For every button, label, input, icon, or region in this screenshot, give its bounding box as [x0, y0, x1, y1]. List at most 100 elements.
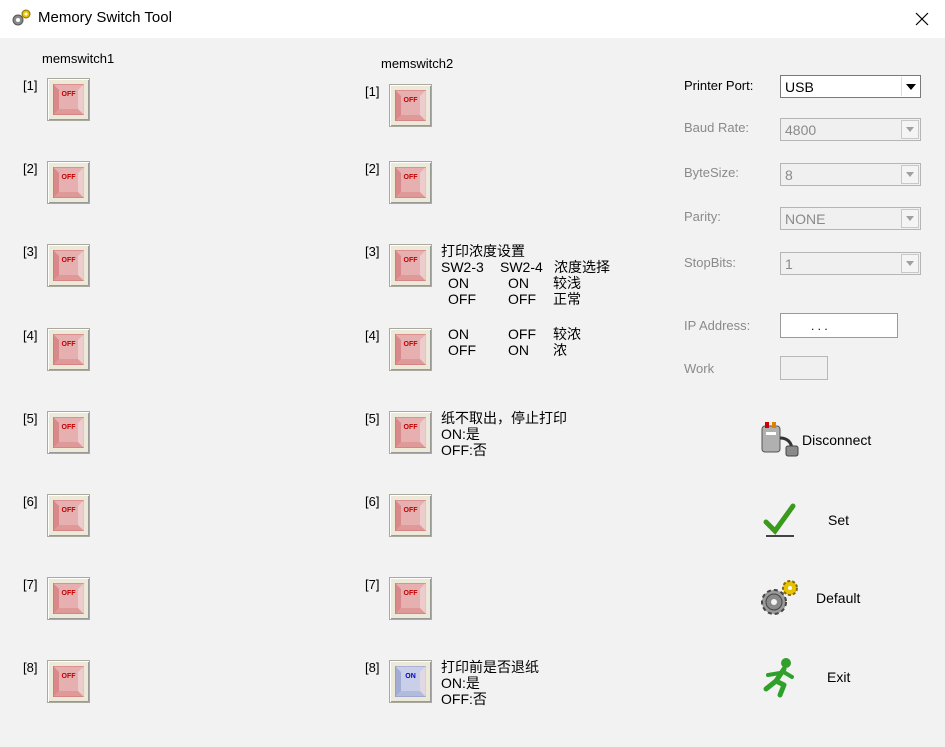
density-title: 打印浓度设置 — [441, 243, 525, 259]
memswitch2-switch-4[interactable]: OFF — [389, 328, 432, 371]
chevron-down-icon[interactable] — [901, 209, 919, 228]
memswitch2-switch-8[interactable]: ON — [389, 660, 432, 703]
density-description-cont: ON OFF 较浓 OFF ON 浓 — [448, 326, 581, 358]
memswitch1-switch-5[interactable]: OFF — [47, 411, 90, 454]
exit-label: Exit — [827, 669, 851, 685]
density-header-choice: 浓度选择 — [554, 259, 610, 275]
switch-face-icon — [395, 583, 426, 614]
switch-face-icon — [53, 334, 84, 365]
switch-state-label: OFF — [403, 97, 418, 104]
byte-size-select[interactable]: 8 — [780, 163, 921, 186]
memswitch1-index-label: [2] — [23, 161, 38, 176]
switch-state-label: OFF — [403, 590, 418, 597]
chevron-down-icon[interactable] — [901, 120, 919, 139]
memswitch1-switch-2[interactable]: OFF — [47, 161, 90, 204]
density-row: OFF ON 浓 — [448, 342, 567, 358]
baud-rate-select[interactable]: 4800 — [780, 118, 921, 141]
memswitch2-switch-7[interactable]: OFF — [389, 577, 432, 620]
switch-face-icon — [395, 167, 426, 198]
switch-state-label: OFF — [61, 341, 76, 348]
switch-state-label: OFF — [61, 424, 76, 431]
parity-label: Parity: — [684, 209, 721, 224]
memswitch2-switch-3[interactable]: OFF — [389, 244, 432, 287]
memswitch1-switch-7[interactable]: OFF — [47, 577, 90, 620]
switch-face-icon — [53, 84, 84, 115]
density-description: 打印浓度设置 SW2-3 SW2-4 浓度选择 ON ON 较浅 OFF OFF 正常 — [441, 243, 610, 307]
ip-address-input[interactable]: . . . — [780, 313, 898, 338]
printer-port-value: USB — [785, 79, 814, 95]
switch-face-icon — [395, 250, 426, 281]
set-button[interactable]: Set — [758, 498, 849, 542]
switch-face-icon — [53, 417, 84, 448]
memswitch2-switch-2[interactable]: OFF — [389, 161, 432, 204]
switch-state-label: OFF — [61, 507, 76, 514]
density-row: ON OFF 较浓 — [448, 326, 581, 342]
memswitch1-switch-4[interactable]: OFF — [47, 328, 90, 371]
memswitch1-index-label: [6] — [23, 494, 38, 509]
memswitch1-switch-8[interactable]: OFF — [47, 660, 90, 703]
close-icon[interactable] — [915, 12, 929, 26]
baud-rate-value: 4800 — [785, 122, 817, 138]
density-header-sw2-3: SW2-3 — [441, 259, 484, 275]
chevron-down-icon[interactable] — [901, 77, 919, 96]
memswitch2-switch-6[interactable]: OFF — [389, 494, 432, 537]
memswitch2-switch-1[interactable]: OFF — [389, 84, 432, 127]
sw5-description: 纸不取出，停止打印 ON:是 OFF:否 — [441, 410, 567, 458]
memswitch1-index-label: [7] — [23, 577, 38, 592]
switch-face-icon — [53, 583, 84, 614]
parity-select[interactable]: NONE — [780, 207, 921, 230]
title-bar: Memory Switch Tool — [0, 0, 945, 38]
switch-face-icon — [53, 500, 84, 531]
stop-bits-value: 1 — [785, 256, 793, 272]
memswitch2-index-label: [3] — [365, 244, 380, 259]
memswitch2-index-label: [4] — [365, 328, 380, 343]
byte-size-label: ByteSize: — [684, 165, 739, 180]
switch-state-label: OFF — [403, 257, 418, 264]
memswitch1-switch-1[interactable]: OFF — [47, 78, 90, 121]
gears-icon — [756, 576, 800, 620]
switch-face-icon — [53, 666, 84, 697]
memswitch1-switch-6[interactable]: OFF — [47, 494, 90, 537]
memswitch1-label: memswitch1 — [42, 51, 115, 66]
memswitch1-index-label: [1] — [23, 78, 38, 93]
sw8-on: ON:是 — [441, 675, 480, 691]
stop-bits-select[interactable]: 1 — [780, 252, 921, 275]
stop-bits-label: StopBits: — [684, 255, 737, 270]
memswitch2-index-label: [7] — [365, 577, 380, 592]
exit-button[interactable]: Exit — [758, 655, 850, 699]
chevron-down-icon[interactable] — [901, 254, 919, 273]
byte-size-value: 8 — [785, 167, 793, 183]
ip-address-value: . . . — [811, 319, 828, 333]
disconnect-label: Disconnect — [802, 432, 872, 448]
chevron-down-icon[interactable] — [901, 165, 919, 184]
density-header-row: SW2-3 SW2-4 浓度选择 — [441, 259, 610, 275]
switch-face-icon — [395, 334, 426, 365]
default-button[interactable]: Default — [756, 576, 860, 620]
close-button[interactable] — [899, 0, 945, 38]
sw5-on: ON:是 — [441, 426, 480, 442]
memswitch1-switch-3[interactable]: OFF — [47, 244, 90, 287]
memswitch2-index-label: [2] — [365, 161, 380, 176]
gears-app-icon — [10, 8, 32, 28]
switch-face-icon — [395, 500, 426, 531]
default-label: Default — [816, 590, 861, 606]
disconnect-button[interactable]: Disconnect — [756, 418, 871, 462]
switch-face-icon — [53, 250, 84, 281]
printer-port-select[interactable]: USB — [780, 75, 921, 98]
sw8-off: OFF:否 — [441, 691, 487, 707]
window-title: Memory Switch Tool — [38, 9, 172, 26]
memswitch2-index-label: [6] — [365, 494, 380, 509]
memswitch2-switch-5[interactable]: OFF — [389, 411, 432, 454]
memswitch2-index-label: [1] — [365, 84, 380, 99]
work-label: Work — [684, 361, 715, 376]
printer-port-label: Printer Port: — [684, 78, 754, 93]
density-row: ON ON 较浅 — [448, 275, 581, 291]
memswitch2-index-label: [8] — [365, 660, 380, 675]
sw5-title: 纸不取出，停止打印 — [441, 410, 567, 426]
sw8-title: 打印前是否退纸 — [441, 659, 539, 675]
ip-address-label: IP Address: — [684, 318, 751, 333]
switch-face-icon — [53, 167, 84, 198]
memswitch2-label: memswitch2 — [381, 56, 454, 71]
work-input[interactable] — [780, 356, 828, 380]
set-label: Set — [828, 512, 850, 528]
